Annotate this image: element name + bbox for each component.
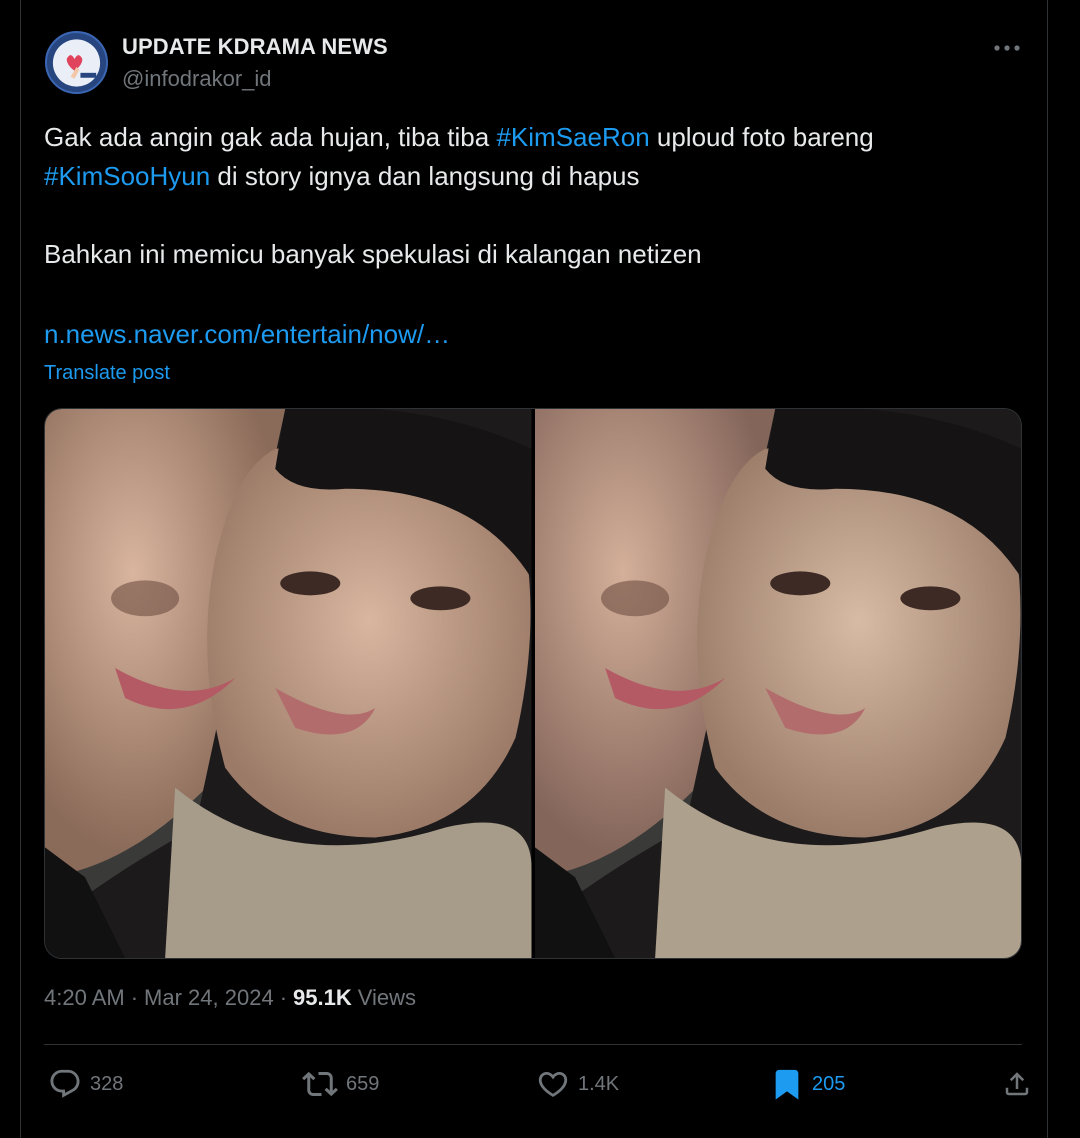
repost-button[interactable]: 659 — [302, 1060, 379, 1108]
author-name[interactable]: UPDATE KDRAMA NEWS — [122, 34, 388, 60]
tweet-container: UPDATE KDRAMA NEWS @infodrakor_id Gak ad… — [20, 0, 1048, 1138]
tweet-date[interactable]: Mar 24, 2024 — [144, 985, 274, 1011]
meta-separator: · — [279, 985, 288, 1010]
tweet-line-1: Gak ada angin gak ada hujan, tiba tiba #… — [44, 118, 1004, 157]
photo-image — [45, 409, 532, 958]
divider — [44, 1044, 1022, 1045]
photo-image — [534, 409, 1021, 958]
tweet-paragraph-2: Bahkan ini memicu banyak spekulasi di ka… — [44, 239, 702, 269]
photo-left[interactable] — [45, 409, 532, 958]
meta-separator: · — [130, 985, 139, 1010]
views-count: 95.1K — [293, 985, 352, 1010]
avatar-logo — [47, 33, 106, 92]
views-label: Views — [357, 985, 417, 1010]
hashtag-kimsoohyun[interactable]: #KimSooHyun — [44, 161, 210, 191]
share-icon — [1005, 1072, 1029, 1096]
like-icon — [538, 1071, 568, 1097]
tweet-link[interactable]: n.news.naver.com/entertain/now/… — [44, 319, 450, 349]
translate-post-link[interactable]: Translate post — [44, 362, 170, 385]
reply-count: 328 — [90, 1072, 124, 1095]
tweet-text-segment: Gak ada angin gak ada hujan, tiba tiba — [44, 122, 497, 152]
photo-right[interactable] — [534, 409, 1021, 958]
like-button[interactable]: 1.4K — [536, 1060, 619, 1108]
author-handle[interactable]: @infodrakor_id — [122, 66, 272, 92]
share-button[interactable] — [1002, 1060, 1032, 1108]
hashtag-kimsaeron[interactable]: #KimSaeRon — [496, 122, 649, 152]
tweet-line-2: #KimSooHyun di story ignya dan langsung … — [44, 157, 1004, 196]
repost-count: 659 — [346, 1072, 380, 1095]
tweet-meta: 4:20 AM · Mar 24, 2024 · 95.1K Views — [44, 985, 416, 1011]
tweet-text-segment: di story ignya dan langsung di hapus — [210, 161, 640, 191]
media-grid — [44, 408, 1022, 959]
reply-icon — [50, 1069, 80, 1098]
more-icon — [994, 45, 1020, 51]
tweet-time[interactable]: 4:20 AM — [44, 985, 125, 1011]
tweet-text-segment: uploud foto bareng — [649, 122, 874, 152]
like-count: 1.4K — [578, 1072, 620, 1095]
reply-button[interactable]: 328 — [48, 1060, 123, 1108]
bookmark-count: 205 — [812, 1072, 846, 1095]
bookmark-icon — [775, 1069, 799, 1100]
action-bar: 328 659 1.4K 205 — [44, 1060, 1029, 1108]
avatar[interactable] — [45, 31, 108, 94]
tweet-text: Gak ada angin gak ada hujan, tiba tiba #… — [44, 118, 1004, 354]
repost-icon — [302, 1071, 338, 1097]
more-button[interactable] — [989, 30, 1025, 66]
bookmark-button[interactable]: 205 — [770, 1060, 845, 1108]
